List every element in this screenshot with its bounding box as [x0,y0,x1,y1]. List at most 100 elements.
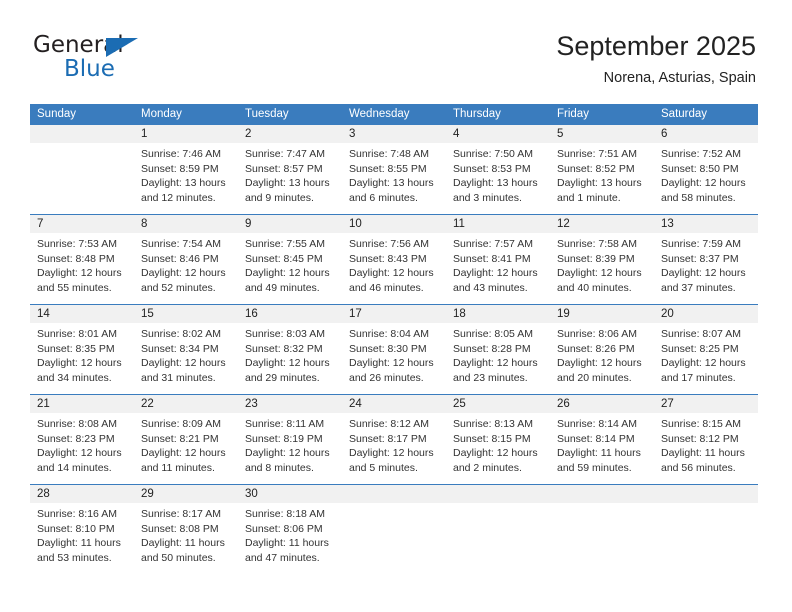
day-cell[interactable]: Sunrise: 7:57 AM Sunset: 8:41 PM Daylight:… [446,233,550,304]
day-detail-line: Sunrise: 8:12 AM [349,418,429,430]
day-number[interactable]: 30 [238,485,342,503]
day-number[interactable]: 22 [134,395,238,413]
day-number[interactable]: 26 [550,395,654,413]
day-detail-line: Sunset: 8:26 PM [557,342,635,355]
day-number[interactable]: 3 [342,125,446,143]
day-number[interactable]: 8 [134,215,238,233]
day-detail-line: Daylight: 12 hours [661,357,746,370]
day-cell[interactable]: Sunrise: 8:12 AM Sunset: 8:17 PM Daylight:… [342,413,446,484]
day-detail-line: and 50 minutes. [141,551,216,564]
day-number[interactable]: 6 [654,125,758,143]
day-detail-line: Daylight: 12 hours [37,267,122,280]
day-detail-line: Sunset: 8:32 PM [245,342,323,355]
week-day-numbers: 123456 [30,125,758,143]
day-cell[interactable]: Sunrise: 8:02 AM Sunset: 8:34 PM Daylight:… [134,323,238,394]
day-detail-line: Daylight: 12 hours [661,177,746,190]
day-detail-line: and 14 minutes. [37,461,112,474]
day-detail-line: and 20 minutes. [557,371,632,384]
day-number[interactable]: 4 [446,125,550,143]
day-cell-empty [654,503,758,574]
day-number[interactable]: 7 [30,215,134,233]
day-number[interactable]: 9 [238,215,342,233]
day-detail-line: Sunrise: 8:15 AM [661,418,741,430]
day-cell[interactable]: Sunrise: 8:14 AM Sunset: 8:14 PM Daylight:… [550,413,654,484]
day-detail-line: and 8 minutes. [245,461,314,474]
day-detail-line: Daylight: 13 hours [557,177,642,190]
day-number[interactable]: 10 [342,215,446,233]
day-cell[interactable]: Sunrise: 8:09 AM Sunset: 8:21 PM Daylight:… [134,413,238,484]
day-cell[interactable]: Sunrise: 7:56 AM Sunset: 8:43 PM Daylight:… [342,233,446,304]
page-title: September 2025 [556,31,756,61]
day-detail-line: Daylight: 12 hours [37,447,122,460]
day-cell[interactable]: Sunrise: 8:01 AM Sunset: 8:35 PM Daylight:… [30,323,134,394]
day-number[interactable]: 25 [446,395,550,413]
day-detail-line: and 31 minutes. [141,371,216,384]
day-detail-line: Sunset: 8:43 PM [349,252,427,265]
day-cell[interactable]: Sunrise: 7:51 AM Sunset: 8:52 PM Daylight:… [550,143,654,214]
day-number[interactable]: 17 [342,305,446,323]
day-detail-line: Daylight: 11 hours [141,537,225,550]
day-number[interactable]: 16 [238,305,342,323]
day-detail-line: Sunrise: 7:54 AM [141,238,221,250]
calendar-grid: Sunday Monday Tuesday Wednesday Thursday Frid… [30,104,758,574]
day-cell[interactable]: Sunrise: 7:48 AM Sunset: 8:55 PM Daylight:… [342,143,446,214]
day-cell[interactable]: Sunrise: 8:11 AM Sunset: 8:19 PM Daylight:… [238,413,342,484]
day-number[interactable]: 21 [30,395,134,413]
day-number[interactable]: 2 [238,125,342,143]
day-cell[interactable]: Sunrise: 8:03 AM Sunset: 8:32 PM Daylight:… [238,323,342,394]
day-of-week-wednesday: Wednesday [349,108,410,120]
day-detail-line: and 59 minutes. [557,461,632,474]
day-cell[interactable]: Sunrise: 7:59 AM Sunset: 8:37 PM Daylight:… [654,233,758,304]
day-number[interactable]: 24 [342,395,446,413]
day-number[interactable]: 18 [446,305,550,323]
day-detail-line: Sunset: 8:06 PM [245,522,323,535]
brand-logo[interactable]: General Blue [33,32,233,88]
day-cell[interactable]: Sunrise: 8:08 AM Sunset: 8:23 PM Daylight:… [30,413,134,484]
day-detail-line: Sunset: 8:50 PM [661,162,739,175]
day-cell[interactable]: Sunrise: 7:53 AM Sunset: 8:48 PM Daylight:… [30,233,134,304]
triangle-icon [106,38,138,57]
title-block: September 2025 Norena, Asturias, Spain [556,30,756,87]
day-number[interactable]: 12 [550,215,654,233]
day-number[interactable]: 15 [134,305,238,323]
day-cell[interactable]: Sunrise: 8:15 AM Sunset: 8:12 PM Daylight:… [654,413,758,484]
day-number[interactable]: 29 [134,485,238,503]
day-number[interactable]: 14 [30,305,134,323]
day-detail-line: and 37 minutes. [661,281,736,294]
day-number[interactable]: 28 [30,485,134,503]
day-detail-line: and 43 minutes. [453,281,528,294]
day-number[interactable]: 11 [446,215,550,233]
day-number[interactable]: 19 [550,305,654,323]
day-cell[interactable]: Sunrise: 8:07 AM Sunset: 8:25 PM Daylight:… [654,323,758,394]
day-cell[interactable]: Sunrise: 7:46 AM Sunset: 8:59 PM Daylight:… [134,143,238,214]
brand-name-blue: Blue [64,56,115,82]
day-number[interactable]: 23 [238,395,342,413]
day-cell[interactable]: Sunrise: 8:05 AM Sunset: 8:28 PM Daylight:… [446,323,550,394]
day-detail-line: Sunrise: 7:53 AM [37,238,117,250]
day-cell[interactable]: Sunrise: 8:16 AM Sunset: 8:10 PM Daylight:… [30,503,134,574]
day-cell[interactable]: Sunrise: 8:04 AM Sunset: 8:30 PM Daylight:… [342,323,446,394]
day-detail-line: and 5 minutes. [349,461,418,474]
day-cell[interactable]: Sunrise: 7:47 AM Sunset: 8:57 PM Daylight:… [238,143,342,214]
day-cell[interactable]: Sunrise: 8:13 AM Sunset: 8:15 PM Daylight:… [446,413,550,484]
day-number[interactable]: 27 [654,395,758,413]
day-cell[interactable]: Sunrise: 7:52 AM Sunset: 8:50 PM Daylight:… [654,143,758,214]
day-number-empty [654,485,758,503]
day-cell[interactable]: Sunrise: 8:17 AM Sunset: 8:08 PM Daylight:… [134,503,238,574]
day-detail-line: and 9 minutes. [245,191,314,204]
day-detail-line: Sunset: 8:48 PM [37,252,115,265]
day-cell[interactable]: Sunrise: 7:55 AM Sunset: 8:45 PM Daylight:… [238,233,342,304]
day-number[interactable]: 20 [654,305,758,323]
day-cell[interactable]: Sunrise: 7:54 AM Sunset: 8:46 PM Daylight:… [134,233,238,304]
day-detail-line: Sunrise: 8:09 AM [141,418,221,430]
day-number[interactable]: 1 [134,125,238,143]
week-day-numbers: 21 22 23 24 25 26 27 [30,395,758,413]
day-cell[interactable]: Sunrise: 7:58 AM Sunset: 8:39 PM Daylight:… [550,233,654,304]
day-detail-line: Sunset: 8:23 PM [37,432,115,445]
day-number[interactable]: 13 [654,215,758,233]
day-cell[interactable]: Sunrise: 7:50 AM Sunset: 8:53 PM Daylight:… [446,143,550,214]
day-cell[interactable]: Sunrise: 8:18 AM Sunset: 8:06 PM Daylight:… [238,503,342,574]
day-detail-line: Sunset: 8:17 PM [349,432,427,445]
day-cell[interactable]: Sunrise: 8:06 AM Sunset: 8:26 PM Daylight:… [550,323,654,394]
day-number[interactable]: 5 [550,125,654,143]
